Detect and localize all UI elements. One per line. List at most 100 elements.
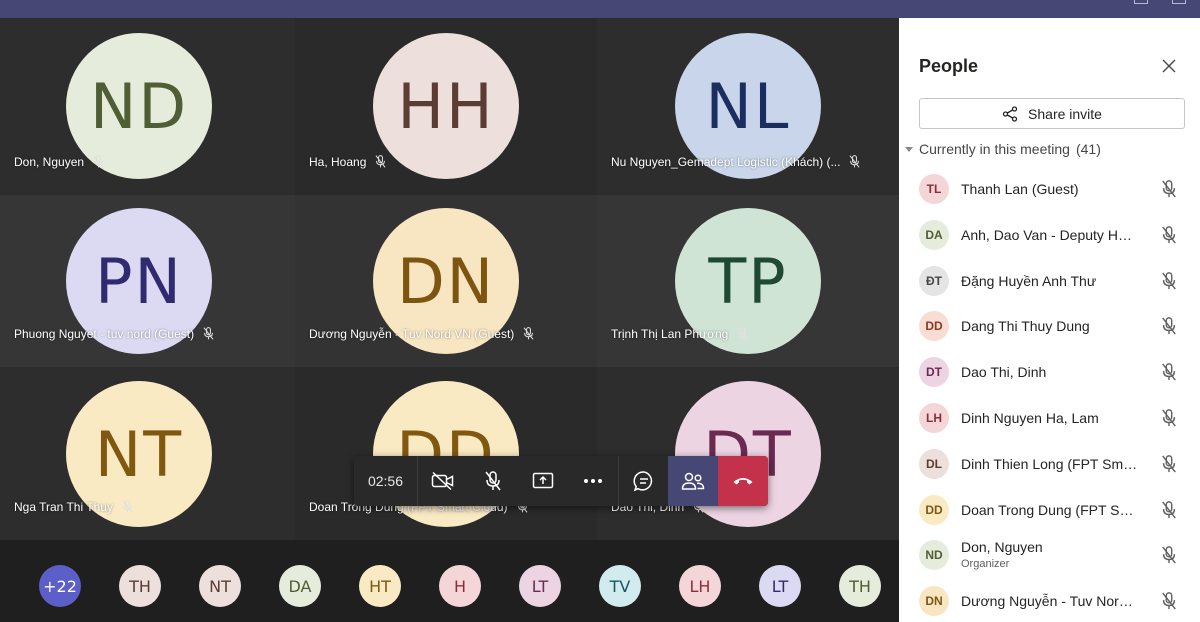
participant-mute-status[interactable]: [1160, 591, 1178, 611]
participant-name: Thanh Lan (Guest): [961, 181, 1079, 197]
maximize-icon[interactable]: [1134, 0, 1148, 4]
participant-row[interactable]: ND Don, Nguyen Organizer: [899, 533, 1200, 579]
participant-mute-status[interactable]: [1160, 454, 1178, 474]
participant-overflow-strip: +22 TH NT DA HT H LT TV LH LT TH: [0, 540, 899, 622]
video-tile[interactable]: DN Dương Nguyễn - Tuv Nord VN (Guest): [295, 195, 597, 367]
participant-mute-status[interactable]: [1160, 500, 1178, 520]
strip-avatar[interactable]: DA: [279, 565, 321, 607]
mic-off-icon: [1162, 363, 1176, 381]
participant-mute-status[interactable]: [1160, 362, 1178, 382]
participant-name-label: Trịnh Thị Lan Phương: [611, 326, 749, 341]
more-participants-button[interactable]: +22: [39, 565, 81, 607]
close-icon: [1162, 59, 1176, 73]
strip-avatar[interactable]: H: [439, 565, 481, 607]
participant-avatar: DN: [919, 586, 949, 617]
mic-off-icon: [1162, 592, 1176, 610]
participant-avatar: DD: [919, 494, 949, 525]
participant-name: Nga Tran Thi Thuy: [14, 499, 113, 514]
participant-mute-status[interactable]: [1160, 225, 1178, 245]
chat-icon: [633, 471, 652, 492]
participant-avatar: LH: [919, 403, 949, 433]
share-invite-label: Share invite: [1028, 105, 1102, 122]
participant-avatar: DD: [919, 311, 949, 342]
participant-role: Organizer: [961, 558, 1010, 571]
strip-avatar[interactable]: LT: [759, 565, 801, 607]
participant-name: Ha, Hoang: [309, 154, 367, 169]
participant-row[interactable]: LH Dinh Nguyen Ha, Lam: [899, 396, 1200, 442]
panel-title: People: [919, 56, 979, 76]
participant-row[interactable]: DN Dương Nguyễn - Tuv Nord ...: [899, 579, 1200, 622]
mic-off-icon: [375, 155, 386, 168]
close-window-icon[interactable]: [1172, 0, 1186, 4]
people-button[interactable]: [668, 456, 718, 506]
participant-avatar: DA: [919, 219, 949, 250]
mic-off-icon: [1162, 271, 1176, 290]
mic-off-icon: [93, 155, 104, 168]
share-invite-button[interactable]: Share invite: [919, 98, 1185, 129]
participant-avatar: DT: [919, 357, 949, 388]
participant-row[interactable]: DA Anh, Dao Van - Deputy Hea...: [899, 213, 1200, 259]
video-tile[interactable]: DT Dao Thi, Dinh: [597, 367, 899, 540]
strip-avatar[interactable]: NT: [199, 565, 241, 607]
title-bar: [0, 0, 1200, 18]
video-tile[interactable]: NT Nga Tran Thi Thuy: [0, 367, 295, 540]
participant-name: Anh, Dao Van - Deputy Hea...: [961, 226, 1139, 243]
participant-mute-status[interactable]: [1160, 545, 1178, 565]
participant-name-label: Dương Nguyễn - Tuv Nord VN (Guest): [309, 326, 535, 341]
strip-avatar[interactable]: LT: [519, 565, 561, 607]
participant-name: Don, Nguyen: [14, 154, 85, 169]
strip-avatar[interactable]: TH: [119, 565, 161, 607]
video-tile[interactable]: TP Trịnh Thị Lan Phương: [597, 195, 899, 367]
participant-name: Dương Nguyễn - Tuv Nord VN (Guest): [309, 326, 515, 341]
strip-avatar[interactable]: HT: [359, 565, 401, 607]
strip-avatar[interactable]: LH: [679, 565, 721, 607]
video-tile[interactable]: ND Don, Nguyen: [0, 18, 295, 195]
mic-off-icon: [485, 471, 501, 491]
participant-name-label: Ha, Hoang: [309, 154, 387, 169]
participant-mute-status[interactable]: [1160, 179, 1178, 199]
strip-avatar[interactable]: TH: [839, 565, 881, 607]
participant-row[interactable]: DD Dang Thi Thuy Dung: [899, 304, 1200, 350]
participant-mute-status[interactable]: [1160, 316, 1178, 336]
chat-button[interactable]: [618, 456, 668, 506]
participant-name: Don, Nguyen: [961, 539, 1043, 556]
video-tile[interactable]: DD Doan Trong Dung (FPT Smart Cloud): [295, 367, 597, 540]
mic-off-icon: [737, 327, 748, 340]
participant-row[interactable]: ĐT Đặng Huyền Anh Thư: [899, 259, 1200, 305]
strip-avatar[interactable]: TV: [599, 565, 641, 607]
participant-name: Nu Nguyen_Gemadept Logistic (Khách) (...: [611, 154, 841, 169]
participant-avatar: TL: [919, 174, 949, 204]
more-actions-button[interactable]: [568, 456, 618, 506]
mic-off-icon: [122, 500, 133, 513]
hang-up-button[interactable]: [718, 456, 768, 506]
currently-in-meeting-header[interactable]: Currently in this meeting (41): [905, 141, 1101, 157]
mic-off-icon: [1162, 500, 1176, 519]
participant-name: Dinh Thien Long (FPT Smart ...: [961, 455, 1139, 472]
participant-row[interactable]: DT Dao Thi, Dinh: [899, 350, 1200, 396]
mic-off-icon: [1162, 180, 1176, 198]
camera-toggle-button[interactable]: [418, 456, 468, 506]
mic-toggle-button[interactable]: [468, 456, 518, 506]
share-icon: [1002, 105, 1018, 122]
participant-name: Đặng Huyền Anh Thư: [961, 272, 1097, 289]
participant-name-label: Phuong Nguyet - tuv nord (Guest): [14, 326, 215, 341]
participant-row[interactable]: DL Dinh Thien Long (FPT Smart ...: [899, 442, 1200, 488]
participant-name: Doan Trong Dung (FPT Smar...: [961, 501, 1139, 518]
participant-count: (41): [1075, 141, 1101, 157]
mic-off-icon: [1162, 317, 1176, 335]
participant-avatar: ĐT: [919, 265, 949, 296]
close-panel-button[interactable]: [1159, 56, 1179, 76]
participant-mute-status[interactable]: [1160, 271, 1178, 291]
share-screen-button[interactable]: [518, 456, 568, 506]
share-screen-icon: [532, 472, 554, 489]
call-timer: 02:56: [354, 456, 418, 506]
participant-row[interactable]: TL Thanh Lan (Guest): [899, 167, 1200, 213]
participant-mute-status[interactable]: [1160, 408, 1178, 428]
hang-up-icon: [733, 478, 753, 485]
participant-row[interactable]: DD Doan Trong Dung (FPT Smar...: [899, 488, 1200, 534]
participant-avatar: HH: [373, 33, 519, 179]
mic-off-icon: [1162, 409, 1176, 427]
video-tile[interactable]: HH Ha, Hoang: [295, 18, 597, 195]
video-tile[interactable]: NL Nu Nguyen_Gemadept Logistic (Khách) (.…: [597, 18, 899, 195]
video-tile[interactable]: PN Phuong Nguyet - tuv nord (Guest): [0, 195, 295, 367]
